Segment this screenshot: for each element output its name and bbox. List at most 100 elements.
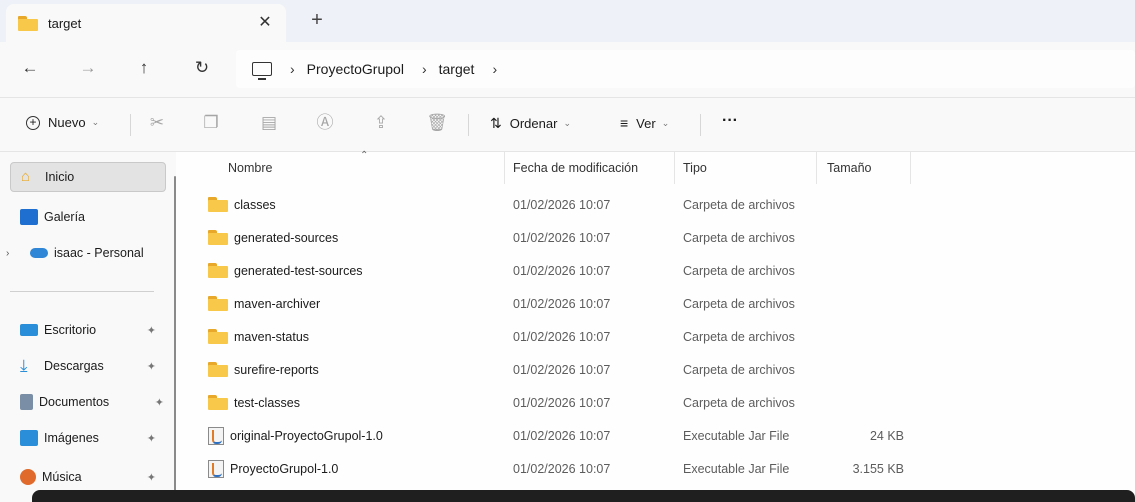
column-divider[interactable] <box>910 152 911 184</box>
sidebar-item-imagenes[interactable]: Imágenes ✦ <box>10 423 166 453</box>
file-type: Executable Jar File <box>683 428 790 443</box>
file-row[interactable]: classes 01/02/2026 10:07 Carpeta de arch… <box>176 188 1135 221</box>
file-date: 01/02/2026 10:07 <box>513 395 611 410</box>
sidebar-item-musica[interactable]: Música ✦ <box>10 462 166 492</box>
column-divider[interactable] <box>816 152 817 184</box>
file-row[interactable]: generated-test-sources 01/02/2026 10:07 … <box>176 254 1135 287</box>
file-size <box>816 353 904 386</box>
gallery-icon <box>20 209 38 225</box>
pin-icon[interactable]: ✦ <box>147 432 156 445</box>
file-type: Carpeta de archivos <box>683 296 795 311</box>
jar-file-icon <box>208 459 224 478</box>
paste-icon[interactable]: ▤ <box>258 112 280 134</box>
view-button[interactable]: ≡ Ver ⌄ <box>620 115 669 131</box>
chevron-right-icon[interactable]: › <box>6 248 9 259</box>
sidebar-item-escritorio[interactable]: Escritorio ✦ <box>10 315 166 345</box>
file-date: 01/02/2026 10:07 <box>513 230 611 245</box>
file-name: maven-status <box>234 329 310 344</box>
cut-icon[interactable]: ✂ <box>146 112 168 134</box>
command-bar: + Nuevo ⌄ ✂ ❐ ▤ Ⓐ ⇪ 🗑 ⇅ Ordenar ⌄ ≡ Ver … <box>0 98 1135 152</box>
plus-circle-icon: + <box>26 115 40 130</box>
download-icon: ⤓ <box>20 356 28 375</box>
file-type: Carpeta de archivos <box>683 395 795 410</box>
sort-ascending-icon: ⌃ <box>360 150 369 161</box>
new-tab-button[interactable]: + <box>306 10 328 30</box>
file-size: 3.155 KB <box>852 461 904 476</box>
tab-strip: target ✕ + <box>0 0 1135 42</box>
close-tab-button[interactable]: ✕ <box>256 14 274 32</box>
navigation-pane: ⌂ Inicio Galería › isaac - Personal Escr… <box>0 152 176 502</box>
file-size <box>816 287 904 320</box>
folder-icon <box>18 15 38 31</box>
file-type: Executable Jar File <box>683 461 790 476</box>
file-type: Carpeta de archivos <box>683 230 795 245</box>
file-size <box>816 188 904 221</box>
new-button[interactable]: + Nuevo ⌄ <box>26 115 99 130</box>
column-header-type[interactable]: Tipo <box>683 152 707 184</box>
address-bar-row: ← → ↑ ↻ › ProyectoGrupol › target › <box>0 42 1135 98</box>
breadcrumb-separator[interactable]: › <box>492 61 497 77</box>
folder-icon <box>208 362 228 377</box>
share-icon[interactable]: ⇪ <box>370 112 392 134</box>
sort-label: Ordenar <box>509 116 558 131</box>
pin-icon[interactable]: ✦ <box>155 396 164 409</box>
column-header-date[interactable]: Fecha de modificación <box>513 152 638 184</box>
file-type: Carpeta de archivos <box>683 362 795 377</box>
rename-icon[interactable]: Ⓐ <box>314 112 336 134</box>
file-name: generated-sources <box>234 230 339 245</box>
new-label: Nuevo <box>48 115 86 130</box>
chevron-down-icon: ⌄ <box>563 118 571 128</box>
file-name: surefire-reports <box>234 362 319 377</box>
folder-icon <box>208 395 228 410</box>
sort-icon: ⇅ <box>490 115 502 131</box>
file-row[interactable]: generated-sources 01/02/2026 10:07 Carpe… <box>176 221 1135 254</box>
sidebar-item-label: Inicio <box>45 170 75 184</box>
folder-icon <box>208 263 228 278</box>
sidebar-item-label: Escritorio <box>44 323 97 337</box>
pin-icon[interactable]: ✦ <box>147 360 156 373</box>
address-box[interactable]: › ProyectoGrupol › target › <box>236 50 1135 88</box>
sidebar-item-descargas[interactable]: ⤓ Descargas ✦ <box>10 351 166 381</box>
file-type: Carpeta de archivos <box>683 197 795 212</box>
column-divider[interactable] <box>504 152 505 184</box>
sidebar-item-label: Música <box>42 470 82 484</box>
sidebar-item-inicio[interactable]: ⌂ Inicio <box>10 162 166 192</box>
file-date: 01/02/2026 10:07 <box>513 362 611 377</box>
refresh-button[interactable]: ↻ <box>190 56 214 80</box>
more-options-button[interactable]: ··· <box>722 112 738 130</box>
onedrive-icon <box>30 248 48 258</box>
sidebar-item-galeria[interactable]: Galería <box>10 202 166 232</box>
up-button[interactable]: ↑ <box>132 56 156 80</box>
breadcrumb-target[interactable]: target <box>439 61 475 77</box>
breadcrumb-proyectogrupol[interactable]: ProyectoGrupol <box>307 61 404 77</box>
copy-icon[interactable]: ❐ <box>200 112 222 134</box>
file-size <box>816 386 904 419</box>
file-row[interactable]: original-ProyectoGrupol-1.0 01/02/2026 1… <box>176 419 1135 452</box>
sidebar-item-documentos[interactable]: Documentos ✦ <box>10 387 166 417</box>
sidebar-item-label: Descargas <box>44 359 104 373</box>
file-type: Carpeta de archivos <box>683 263 795 278</box>
pin-icon[interactable]: ✦ <box>147 471 156 484</box>
delete-icon[interactable]: 🗑 <box>426 112 448 134</box>
column-header-name[interactable]: Nombre <box>228 152 272 184</box>
file-row[interactable]: maven-status 01/02/2026 10:07 Carpeta de… <box>176 320 1135 353</box>
folder-icon <box>208 197 228 212</box>
file-row[interactable]: surefire-reports 01/02/2026 10:07 Carpet… <box>176 353 1135 386</box>
sidebar-item-onedrive[interactable]: › isaac - Personal <box>6 238 166 268</box>
file-row[interactable]: ProyectoGrupol-1.0 01/02/2026 10:07 Exec… <box>176 452 1135 485</box>
column-header-size[interactable]: Tamaño <box>827 152 871 184</box>
desktop-icon <box>20 324 38 336</box>
back-button[interactable]: ← <box>18 56 42 80</box>
column-divider[interactable] <box>674 152 675 184</box>
view-icon: ≡ <box>620 115 629 131</box>
forward-button[interactable]: → <box>76 56 100 80</box>
file-row[interactable]: maven-archiver 01/02/2026 10:07 Carpeta … <box>176 287 1135 320</box>
pin-icon[interactable]: ✦ <box>147 324 156 337</box>
home-icon: ⌂ <box>21 168 31 185</box>
divider <box>700 114 701 136</box>
sort-button[interactable]: ⇅ Ordenar ⌄ <box>490 115 571 132</box>
tab-target[interactable]: target ✕ <box>6 4 286 42</box>
file-row[interactable]: test-classes 01/02/2026 10:07 Carpeta de… <box>176 386 1135 419</box>
documents-icon <box>20 394 33 410</box>
file-type: Carpeta de archivos <box>683 329 795 344</box>
